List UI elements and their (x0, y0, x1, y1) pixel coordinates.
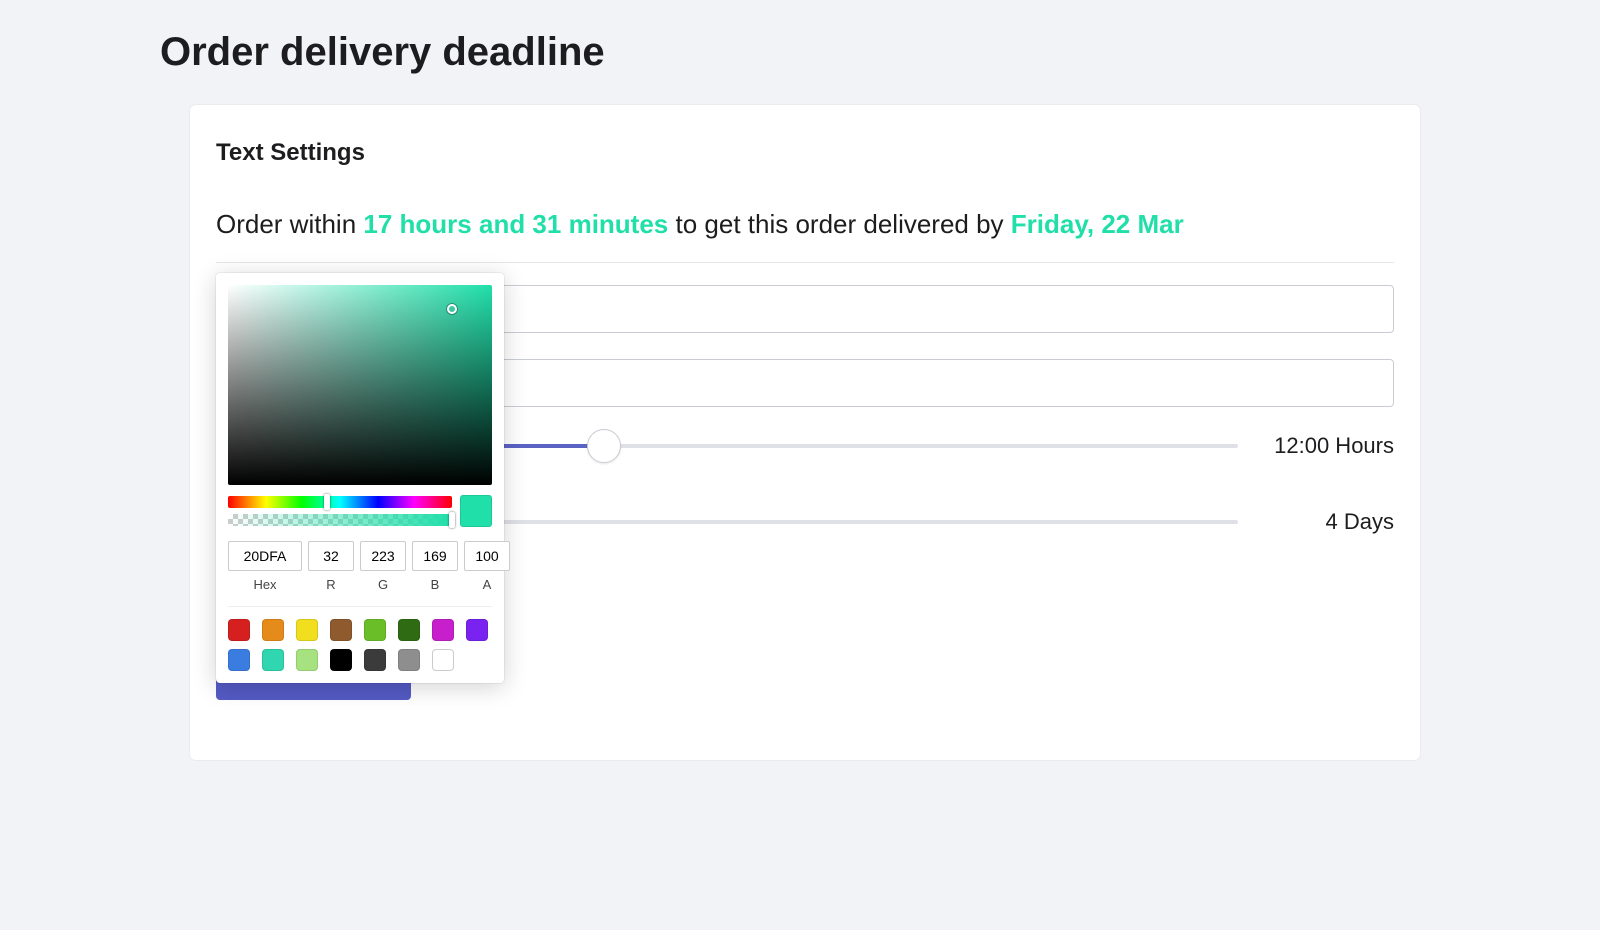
color-picker-swatch-0[interactable] (228, 619, 250, 641)
color-picker-swatch-8[interactable] (228, 649, 250, 671)
hours-slider-thumb[interactable] (587, 429, 621, 463)
color-picker-g-input[interactable] (360, 541, 406, 571)
color-picker-swatch-11[interactable] (330, 649, 352, 671)
color-picker-hex-input[interactable] (228, 541, 302, 571)
days-slider-value: 4 Days (1274, 509, 1394, 535)
preview-date: Friday, 22 Mar (1011, 209, 1184, 239)
color-picker-swatch-7[interactable] (466, 619, 488, 641)
color-picker-swatch-13[interactable] (398, 649, 420, 671)
color-picker-r-label: R (326, 577, 335, 592)
color-picker-swatch-9[interactable] (262, 649, 284, 671)
color-picker-hex-label: Hex (253, 577, 276, 592)
section-title: Text Settings (216, 139, 1394, 167)
color-picker-swatch-1[interactable] (262, 619, 284, 641)
color-picker-b-input[interactable] (412, 541, 458, 571)
page-title: Order delivery deadline (160, 30, 1600, 75)
color-picker-swatch-4[interactable] (364, 619, 386, 641)
color-picker-a-input[interactable] (464, 541, 510, 571)
color-picker-hue-pointer[interactable] (324, 494, 330, 510)
color-picker-swatch-3[interactable] (330, 619, 352, 641)
hours-slider-value: 12:00 Hours (1274, 433, 1394, 459)
preview-prefix: Order within (216, 209, 363, 239)
color-picker-alpha-pointer[interactable] (449, 512, 455, 528)
color-picker-swatch-14[interactable] (432, 649, 454, 671)
preview-middle: to get this order delivered by (668, 209, 1011, 239)
color-picker-swatch-12[interactable] (364, 649, 386, 671)
color-picker-swatch-5[interactable] (398, 619, 420, 641)
color-picker-b-label: B (431, 577, 440, 592)
color-picker-hue-slider[interactable] (228, 496, 452, 508)
color-picker-saturation-pointer[interactable] (447, 304, 457, 314)
color-picker-swatches (228, 606, 492, 671)
color-picker-a-label: A (483, 577, 492, 592)
color-picker-popover: Hex R G B A (216, 273, 504, 683)
color-picker-inputs: Hex R G B A (228, 541, 492, 592)
color-picker-r-input[interactable] (308, 541, 354, 571)
color-picker-swatch-2[interactable] (296, 619, 318, 641)
settings-card: Text Settings Order within 17 hours and … (190, 105, 1420, 760)
color-picker-swatch-6[interactable] (432, 619, 454, 641)
color-picker-preview-chip (460, 495, 492, 527)
color-picker-alpha-slider[interactable] (228, 514, 452, 526)
form-area: 12:00 Hours 4 Days Highlight Color Updat… (216, 285, 1394, 700)
preview-time: 17 hours and 31 minutes (363, 209, 668, 239)
color-picker-saturation[interactable] (228, 285, 492, 485)
color-picker-g-label: G (378, 577, 388, 592)
color-picker-swatch-10[interactable] (296, 649, 318, 671)
message-preview: Order within 17 hours and 31 minutes to … (216, 209, 1394, 263)
